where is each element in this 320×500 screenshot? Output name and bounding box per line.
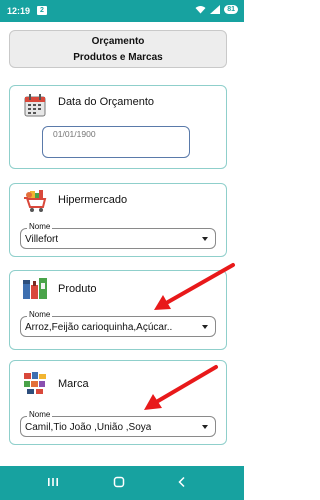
recent-apps-icon[interactable] bbox=[47, 476, 59, 488]
status-indicators: 81 bbox=[195, 5, 238, 14]
product-value: Arroz,Feijão carioquinha,Açúcar.. bbox=[25, 322, 173, 333]
back-icon[interactable] bbox=[176, 476, 188, 488]
page-title: Orçamento bbox=[91, 36, 145, 47]
battery-icon: 81 bbox=[224, 5, 238, 14]
page-subtitle: Produtos e Marcas bbox=[73, 52, 163, 63]
brand-label: Marca bbox=[58, 378, 89, 390]
signal-icon bbox=[210, 5, 221, 14]
chevron-down-icon bbox=[202, 325, 208, 329]
home-icon[interactable] bbox=[113, 476, 125, 488]
supermarket-value: Villefort bbox=[25, 234, 59, 245]
product-label: Produto bbox=[58, 283, 97, 295]
product-card: Produto Nome Arroz,Feijão carioquinha,Aç… bbox=[9, 270, 227, 350]
product-dropdown[interactable]: Nome Arroz,Feijão carioquinha,Açúcar.. bbox=[20, 310, 216, 337]
brand-card: Marca Nome Camil,Tio João ,União ,Soya bbox=[9, 360, 227, 445]
status-bar: 12:19 2 81 bbox=[0, 0, 244, 22]
header-card: Orçamento Produtos e Marcas bbox=[9, 30, 227, 68]
grocery-products-icon bbox=[23, 278, 47, 299]
supermarket-label: Hipermercado bbox=[58, 194, 128, 206]
product-field-label: Nome bbox=[27, 310, 53, 319]
supermarket-field-label: Nome bbox=[27, 222, 53, 231]
shopping-cart-icon bbox=[24, 190, 47, 212]
chevron-down-icon bbox=[202, 237, 208, 241]
brands-icon bbox=[24, 372, 46, 394]
supermarket-card: Hipermercado Nome Villefort bbox=[9, 183, 227, 257]
date-card: Data do Orçamento bbox=[9, 85, 227, 169]
supermarket-dropdown[interactable]: Nome Villefort bbox=[20, 222, 216, 249]
date-input[interactable] bbox=[42, 126, 190, 158]
chevron-down-icon bbox=[202, 425, 208, 429]
wifi-icon bbox=[195, 6, 206, 14]
brand-value: Camil,Tio João ,União ,Soya bbox=[25, 422, 152, 433]
brand-field-label: Nome bbox=[27, 410, 53, 419]
date-label: Data do Orçamento bbox=[58, 96, 154, 108]
brand-dropdown[interactable]: Nome Camil,Tio João ,União ,Soya bbox=[20, 410, 216, 437]
status-time: 12:19 bbox=[7, 6, 31, 16]
navigation-bar bbox=[0, 466, 244, 500]
calendar-icon bbox=[24, 94, 46, 117]
notification-badge: 2 bbox=[37, 6, 47, 15]
